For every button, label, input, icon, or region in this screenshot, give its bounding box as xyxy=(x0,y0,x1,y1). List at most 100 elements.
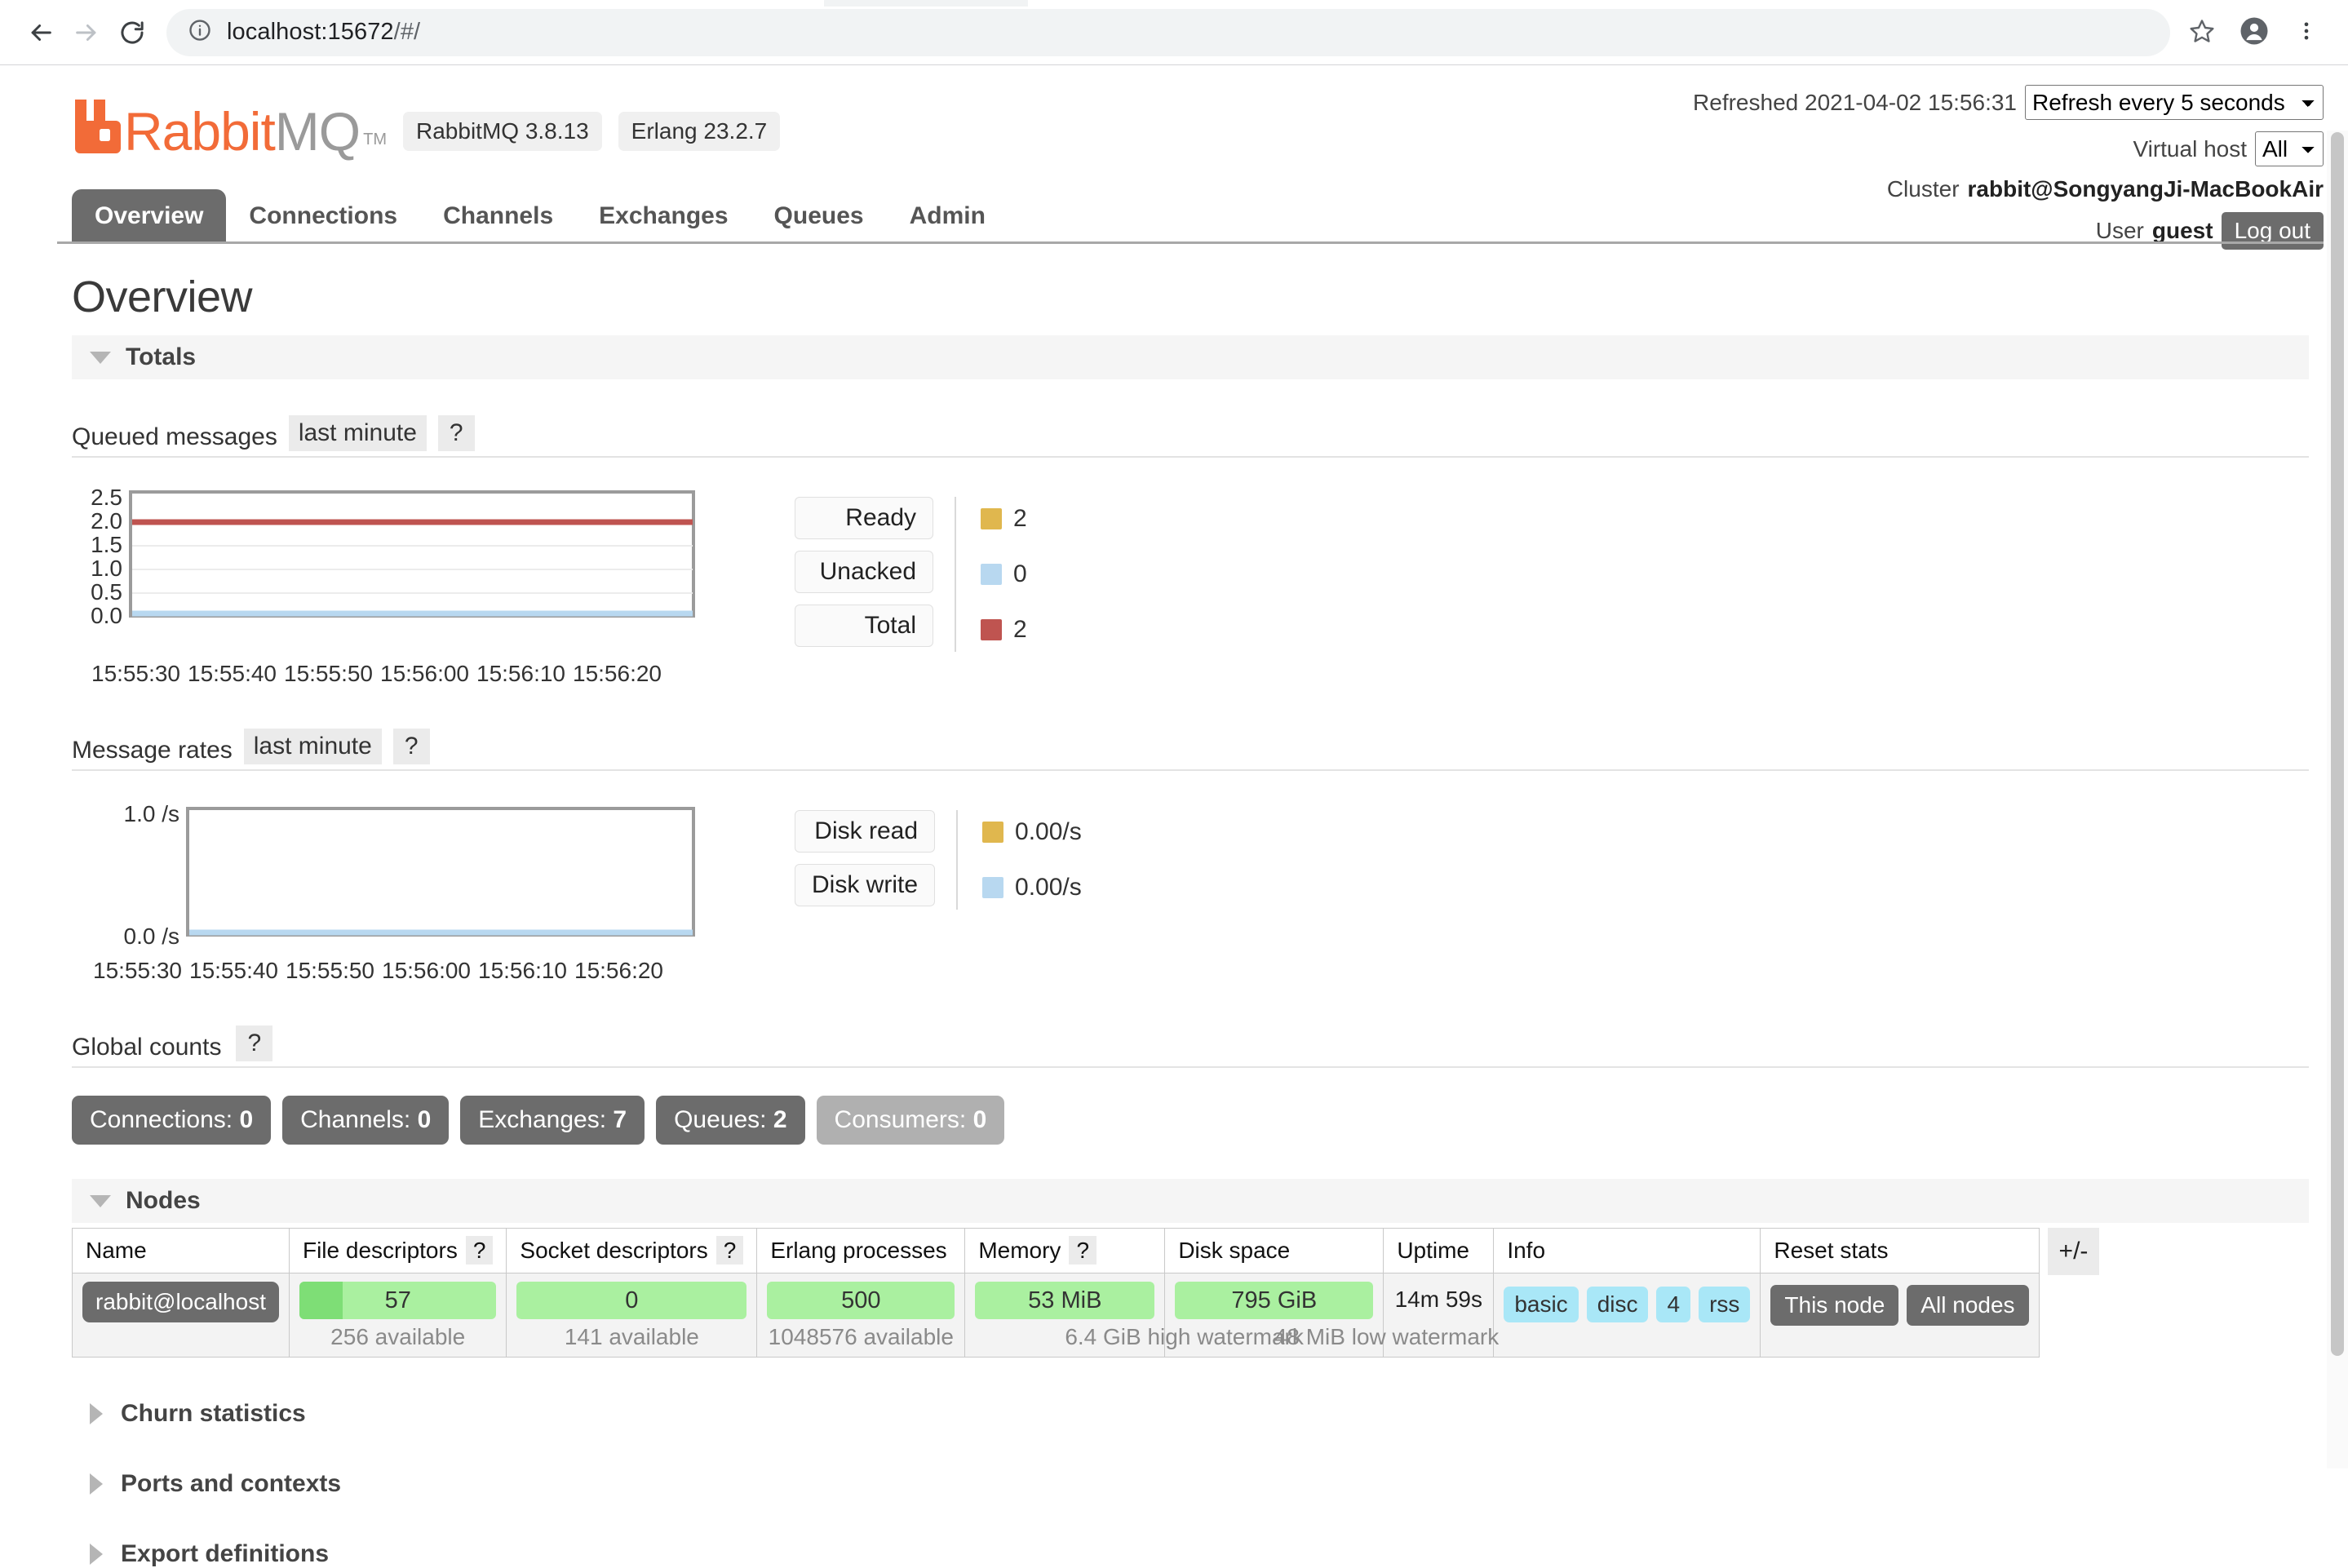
reload-button[interactable] xyxy=(109,10,155,55)
svg-text:2.5: 2.5 xyxy=(91,485,122,510)
browser-toolbar: localhost:15672/#/ xyxy=(0,0,2348,65)
rates-chart-xaxis: 15:55:30 15:55:40 15:55:50 15:56:00 15:5… xyxy=(93,958,663,983)
memory-help-icon[interactable]: ? xyxy=(1069,1236,1097,1265)
main-content: Overview Totals Queued messages last min… xyxy=(57,272,2324,1568)
legend-disk-write-value-row: 0.00/s xyxy=(982,866,1082,910)
info-tag-disc[interactable]: disc xyxy=(1586,1287,1649,1322)
rabbitmq-version-pill[interactable]: RabbitMQ 3.8.13 xyxy=(403,112,602,151)
total-value: 2 xyxy=(1013,616,1027,643)
triangle-right-icon xyxy=(90,1544,103,1565)
badge-consumers-value: 0 xyxy=(972,1106,987,1133)
profile-button[interactable] xyxy=(2231,9,2278,56)
legend-total-button[interactable]: Total xyxy=(795,605,933,647)
scrollbar-thumb[interactable] xyxy=(2331,132,2344,1356)
svg-text:15:56:20: 15:56:20 xyxy=(574,958,663,983)
bookmark-button[interactable] xyxy=(2178,9,2226,56)
rates-period-chip[interactable]: last minute xyxy=(243,729,382,764)
rabbitmq-header: RabbitMQ TM RabbitMQ 3.8.13 Erlang 23.2.… xyxy=(57,73,2324,250)
page-body: RabbitMQ TM RabbitMQ 3.8.13 Erlang 23.2.… xyxy=(0,65,2348,1567)
col-erlang-processes[interactable]: Erlang processes xyxy=(756,1228,966,1273)
nodes-section-header[interactable]: Nodes xyxy=(72,1179,2309,1223)
disk-read-value: 0.00/s xyxy=(1015,818,1082,845)
legend-disk-read-button[interactable]: Disk read xyxy=(795,810,936,853)
badge-queues-label: Queues: xyxy=(674,1106,767,1133)
page-scrollbar[interactable] xyxy=(2327,131,2348,1468)
legend-disk-read-value-row: 0.00/s xyxy=(982,810,1082,854)
column-toggle-button[interactable]: +/- xyxy=(2047,1228,2100,1275)
legend-unacked-button[interactable]: Unacked xyxy=(795,551,933,593)
tab-queues[interactable]: Queues xyxy=(751,189,887,241)
erlang-version-pill[interactable]: Erlang 23.2.7 xyxy=(618,112,781,151)
badge-exchanges[interactable]: Exchanges: 7 xyxy=(460,1096,645,1145)
svg-text:15:56:00: 15:56:00 xyxy=(380,661,469,686)
browser-tab-stub[interactable] xyxy=(824,0,1028,7)
reset-this-node-button[interactable]: This node xyxy=(1770,1285,1899,1326)
back-button[interactable] xyxy=(18,10,64,55)
export-definitions-section[interactable]: Export definitions xyxy=(72,1540,2309,1568)
address-bar[interactable]: localhost:15672/#/ xyxy=(166,8,2170,56)
wordmark-rabbit: Rabbit xyxy=(124,101,276,162)
queued-help-icon[interactable]: ? xyxy=(437,415,475,451)
legend-disk-write-button[interactable]: Disk write xyxy=(795,864,936,906)
badge-channels[interactable]: Channels: 0 xyxy=(282,1096,450,1145)
global-counts-title: Global counts xyxy=(72,1034,222,1061)
badge-connections[interactable]: Connections: 0 xyxy=(72,1096,272,1145)
col-file-descriptors[interactable]: File descriptors? xyxy=(288,1228,507,1273)
badge-consumers[interactable]: Consumers: 0 xyxy=(816,1096,1005,1145)
tab-overview[interactable]: Overview xyxy=(72,189,227,241)
vhost-select[interactable]: All / xyxy=(2255,131,2324,166)
browser-menu-button[interactable] xyxy=(2283,9,2330,56)
col-name[interactable]: Name xyxy=(72,1228,290,1273)
info-tag-basic[interactable]: basic xyxy=(1504,1287,1579,1322)
col-disk-space[interactable]: Disk space xyxy=(1164,1228,1384,1273)
node-name-pill[interactable]: rabbit@localhost xyxy=(82,1282,279,1322)
refresh-interval-select[interactable]: Refresh every 5 seconds Refresh every 10… xyxy=(2025,85,2324,120)
info-tag-rss[interactable]: rss xyxy=(1699,1287,1751,1322)
reset-stats-buttons: This node All nodes xyxy=(1770,1285,2029,1326)
col-disk-space-label: Disk space xyxy=(1178,1238,1291,1263)
badge-channels-value: 0 xyxy=(417,1106,432,1133)
queued-chart-xaxis: 15:55:30 15:55:40 15:55:50 15:56:00 15:5… xyxy=(91,661,662,686)
tab-exchanges[interactable]: Exchanges xyxy=(576,189,751,241)
badge-queues-value: 2 xyxy=(773,1106,787,1133)
queued-period-chip[interactable]: last minute xyxy=(288,415,427,451)
erlang-processes-meter: 500 xyxy=(767,1282,955,1319)
rates-help-icon[interactable]: ? xyxy=(392,729,430,764)
col-reset-stats[interactable]: Reset stats xyxy=(1760,1228,2040,1273)
col-info[interactable]: Info xyxy=(1493,1228,1761,1273)
rabbitmq-logo[interactable]: RabbitMQ TM xyxy=(72,98,387,158)
global-counts-help-icon[interactable]: ? xyxy=(236,1025,273,1061)
col-socket-descriptors[interactable]: Socket descriptors? xyxy=(506,1228,758,1273)
site-info-icon[interactable] xyxy=(188,18,212,47)
rabbitmq-logo-icon xyxy=(72,98,122,157)
global-counts-badges: Connections: 0 Channels: 0 Exchanges: 7 … xyxy=(72,1096,2309,1145)
disk-read-color-swatch xyxy=(982,822,1004,843)
info-tag-cores[interactable]: 4 xyxy=(1656,1287,1691,1322)
legend-ready-button[interactable]: Ready xyxy=(795,497,933,539)
file-descriptors-help-icon[interactable]: ? xyxy=(465,1236,494,1265)
forward-arrow-icon xyxy=(73,19,100,47)
nodes-section-label: Nodes xyxy=(126,1187,201,1214)
disk-space-meter: 795 GiB xyxy=(1175,1282,1374,1319)
page-title: Overview xyxy=(72,272,253,321)
queued-messages-header: Queued messages last minute ? xyxy=(72,415,2309,458)
ports-and-contexts-section[interactable]: Ports and contexts xyxy=(72,1470,2309,1498)
tab-channels[interactable]: Channels xyxy=(420,189,576,241)
total-color-swatch xyxy=(981,619,1002,640)
tab-admin[interactable]: Admin xyxy=(887,189,1008,241)
disk-write-color-swatch xyxy=(982,877,1004,898)
svg-text:15:55:50: 15:55:50 xyxy=(286,958,374,983)
reload-icon xyxy=(118,19,146,47)
tab-connections[interactable]: Connections xyxy=(226,189,420,241)
churn-statistics-section[interactable]: Churn statistics xyxy=(72,1400,2309,1428)
col-uptime[interactable]: Uptime xyxy=(1383,1228,1495,1273)
ready-color-swatch xyxy=(981,508,1002,529)
reset-all-nodes-button[interactable]: All nodes xyxy=(1907,1285,2029,1326)
forward-button[interactable] xyxy=(64,10,109,55)
totals-section-header[interactable]: Totals xyxy=(72,335,2309,379)
erlang-processes-value: 500 xyxy=(841,1287,881,1313)
col-memory[interactable]: Memory? xyxy=(964,1228,1166,1273)
badge-queues[interactable]: Queues: 2 xyxy=(656,1096,805,1145)
socket-descriptors-help-icon[interactable]: ? xyxy=(715,1236,744,1265)
queued-legend: Ready Unacked Total 2 0 2 xyxy=(795,497,1027,652)
